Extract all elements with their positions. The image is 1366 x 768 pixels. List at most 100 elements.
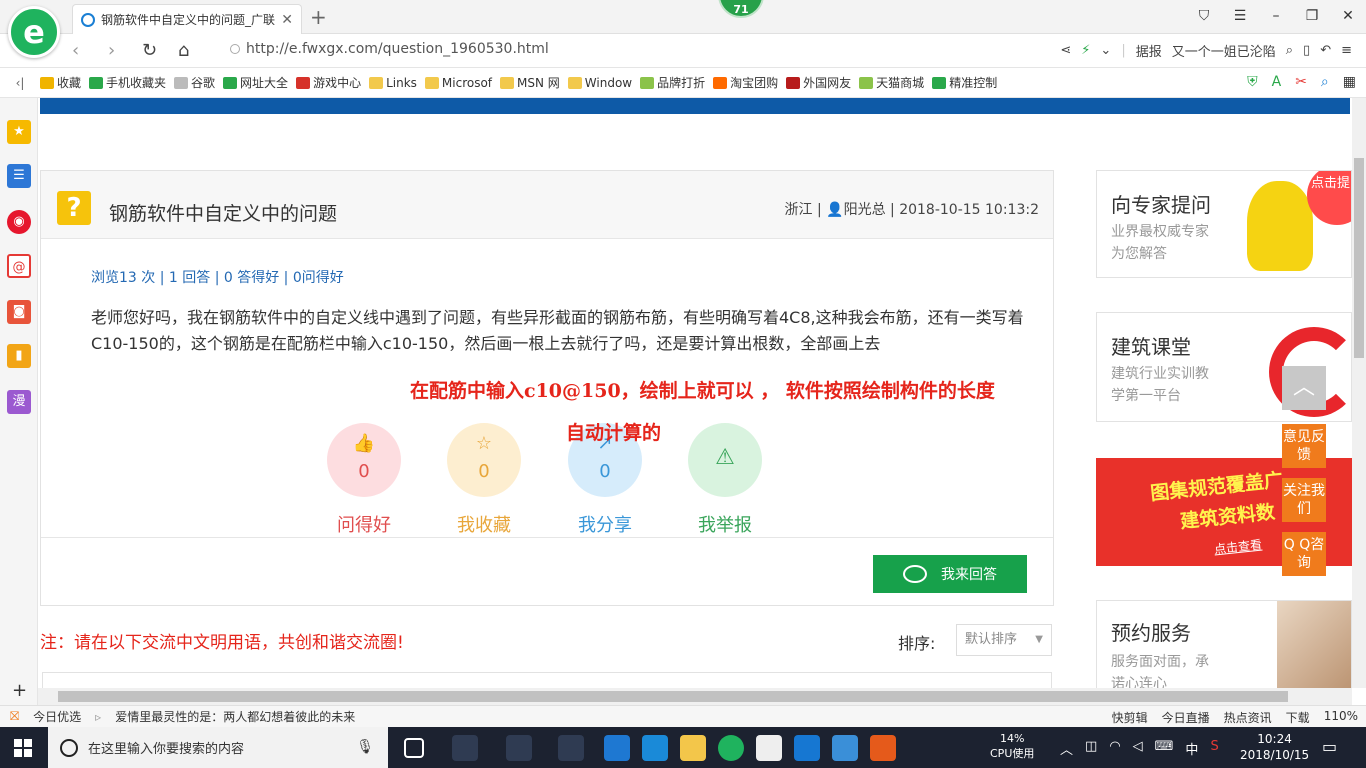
share-icon[interactable]: ⋖	[1060, 43, 1071, 58]
status-item[interactable]: 今日直播	[1162, 709, 1210, 726]
sort-select[interactable]: 默认排序 ▼	[956, 624, 1052, 656]
add-sidebar-icon[interactable]: +	[12, 680, 27, 701]
follow-button[interactable]: 关注我们	[1282, 478, 1326, 522]
glodon-app-icon[interactable]	[794, 735, 820, 761]
url-field[interactable]: http://e.fwxgx.com/question_1960530.html	[230, 41, 549, 57]
feedback-button[interactable]: 意见反馈	[1282, 424, 1326, 468]
gift-icon[interactable]: ⛝	[10, 709, 19, 724]
menu-icon[interactable]: ☰	[1222, 0, 1258, 32]
lightning-icon[interactable]: ⚡	[1081, 43, 1090, 58]
vertical-scrollbar[interactable]	[1352, 98, 1366, 688]
score-badge[interactable]: 71	[718, 0, 764, 18]
report-link[interactable]: 据报	[1136, 41, 1162, 60]
comic-icon[interactable]: 漫	[7, 390, 31, 414]
volume-icon[interactable]: ◁	[1133, 739, 1143, 758]
home-icon[interactable]: ⌂	[178, 40, 189, 61]
horizontal-scrollbar[interactable]	[38, 688, 1352, 705]
shirt-icon[interactable]: ⛉	[1186, 0, 1222, 32]
restore-icon[interactable]: ❐	[1294, 0, 1330, 32]
back-icon[interactable]: ‹	[72, 40, 79, 61]
internet-explorer-icon[interactable]	[642, 735, 668, 761]
news-icon[interactable]: ☰	[7, 164, 31, 188]
bookmark-item[interactable]: Links	[369, 74, 417, 91]
translate-icon[interactable]: A	[1272, 74, 1282, 90]
refresh-icon[interactable]: ↻	[142, 40, 157, 61]
taskbar-search[interactable]: 在这里输入你要搜索的内容 🎙	[48, 727, 388, 768]
edge-icon[interactable]	[604, 735, 630, 761]
clock[interactable]: 10:24 2018/10/15	[1240, 731, 1309, 763]
wifi-icon[interactable]: ◠	[1109, 739, 1120, 758]
chevron-up-icon[interactable]: ︿	[1060, 739, 1073, 758]
pinwheel-app-icon[interactable]	[452, 735, 478, 761]
notification-icon[interactable]: ▭	[1322, 737, 1337, 756]
microphone-icon[interactable]: 🎙	[356, 739, 374, 755]
file-explorer-icon[interactable]	[680, 735, 706, 761]
zoom-level[interactable]: 110%	[1324, 709, 1358, 726]
action-ask-good[interactable]: 👍 0 问得好	[319, 423, 409, 537]
scissors-icon[interactable]: ✂	[1295, 74, 1307, 90]
bookmark-item[interactable]: 品牌打折	[640, 74, 705, 91]
task-view-icon[interactable]	[404, 738, 424, 758]
chevron-down-icon[interactable]: ⌄	[1100, 43, 1111, 58]
browser-app-icon[interactable]	[558, 735, 584, 761]
today-picks[interactable]: 今日优选	[33, 708, 81, 725]
undo-icon[interactable]: ↶	[1320, 43, 1331, 58]
promo-link[interactable]: 点击查看	[1213, 536, 1263, 558]
news-ticker[interactable]: 又一个一姐已沦陷	[1172, 41, 1276, 60]
tab-close-icon[interactable]: ✕	[281, 12, 293, 28]
browser-tab[interactable]: 钢筋软件中自定义中的问题_广联 ✕	[72, 4, 302, 34]
status-item[interactable]: 下载	[1286, 709, 1310, 726]
more-icon[interactable]: ≡	[1341, 43, 1352, 58]
status-headline[interactable]: 爱情里最灵性的是：两人都幻想着彼此的未来	[115, 708, 355, 725]
star-icon[interactable]: ★	[7, 120, 31, 144]
bookmark-item[interactable]: 天猫商城	[859, 74, 924, 91]
action-circle[interactable]: 👍 0	[327, 423, 401, 497]
status-item[interactable]: 热点资讯	[1224, 709, 1272, 726]
bookmark-item[interactable]: 谷歌	[174, 74, 215, 91]
service-card[interactable]: 预约服务 服务面对面，承 诺心连心	[1096, 600, 1352, 688]
bookmark-item[interactable]: 网址大全	[223, 74, 288, 91]
apps-icon[interactable]: ▦	[1343, 74, 1356, 90]
bookmark-item[interactable]: MSN 网	[500, 74, 560, 91]
bookmark-item[interactable]: Window	[567, 74, 632, 91]
mail-icon[interactable]: @	[7, 254, 31, 278]
scroll-thumb[interactable]	[1354, 158, 1364, 358]
ime-indicator[interactable]: 中	[1185, 739, 1198, 758]
keyboard-icon[interactable]: ⌨	[1155, 739, 1174, 758]
game-icon[interactable]: ◙	[7, 300, 31, 324]
bookmark-item[interactable]: 手机收藏夹	[89, 74, 166, 91]
new-tab-icon[interactable]: +	[310, 5, 327, 29]
book-icon[interactable]: ▮	[7, 344, 31, 368]
phone-icon[interactable]: ▯	[1303, 43, 1310, 58]
answer-button[interactable]: 我来回答	[873, 555, 1027, 593]
pdf-app-icon[interactable]	[870, 735, 896, 761]
zoom-icon[interactable]: ⌕	[1321, 74, 1329, 90]
search-icon[interactable]: ⌕	[1286, 43, 1293, 58]
bookmark-item[interactable]: 精准控制	[932, 74, 997, 91]
status-item[interactable]: 快剪辑	[1112, 709, 1148, 726]
shield-icon[interactable]: ⛨	[1247, 74, 1258, 90]
bookmark-item[interactable]: 外国网友	[786, 74, 851, 91]
browser-logo[interactable]: e	[8, 6, 60, 58]
bookmark-item[interactable]: 淘宝团购	[713, 74, 778, 91]
sogou-icon[interactable]: S	[1210, 739, 1218, 758]
2345-browser-icon[interactable]	[718, 735, 744, 761]
minimize-icon[interactable]: –	[1258, 0, 1294, 32]
bookmark-item[interactable]: 游戏中心	[296, 74, 361, 91]
weibo-icon[interactable]: ◉	[7, 210, 31, 234]
scroll-thumb[interactable]	[58, 691, 1288, 702]
expert-card[interactable]: 向专家提问 业界最权威专家为您解答 点击提问	[1096, 170, 1352, 278]
network-icon[interactable]: ◫	[1085, 739, 1097, 758]
qq-consult-button[interactable]: Q Q咨询	[1282, 532, 1326, 576]
calendar-app-icon[interactable]	[832, 735, 858, 761]
bookmark-item[interactable]: 收藏	[40, 74, 81, 91]
windows-start-icon[interactable]	[14, 739, 32, 757]
cpu-usage[interactable]: 14% CPU使用	[990, 731, 1034, 761]
close-window-icon[interactable]: ✕	[1330, 0, 1366, 32]
bookmark-item[interactable]: Microsof	[424, 74, 492, 91]
mail-app-icon[interactable]	[756, 735, 782, 761]
ie-alt-icon[interactable]	[506, 735, 532, 761]
back-to-top-button[interactable]: ︿	[1282, 366, 1326, 410]
forward-icon[interactable]: ›	[108, 40, 115, 61]
collapse-icon[interactable]: ‹|	[0, 76, 40, 90]
